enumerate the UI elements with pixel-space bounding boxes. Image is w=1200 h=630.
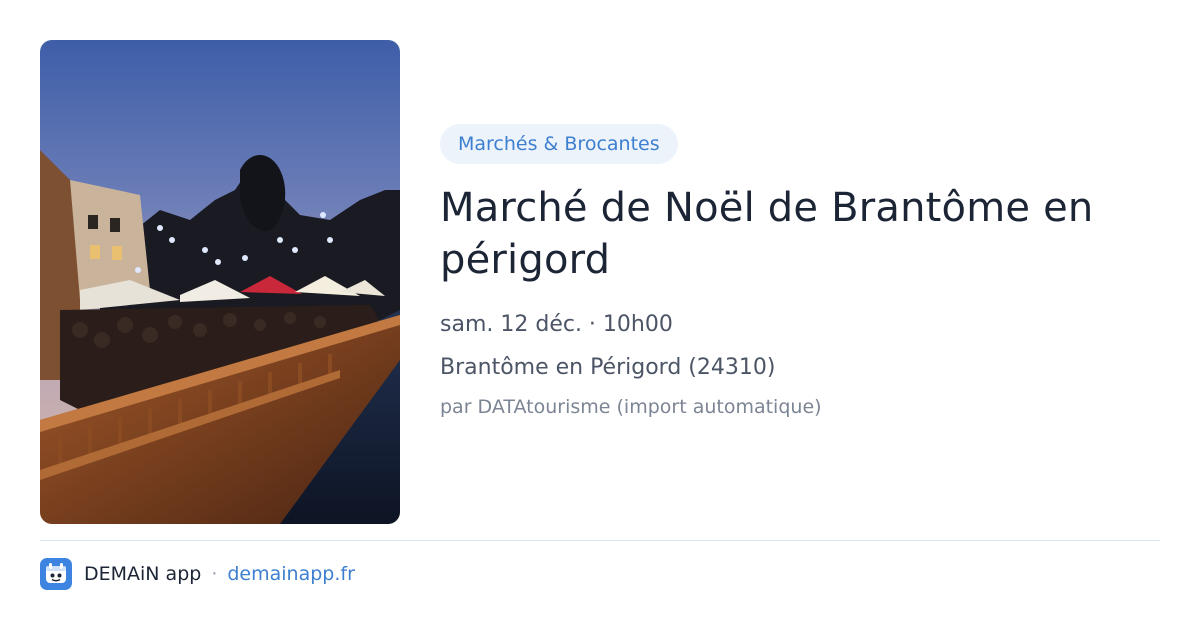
app-name: DEMAiN app	[84, 563, 202, 585]
footer: DEMAiN app · demainapp.fr	[40, 558, 355, 590]
event-date: sam. 12 déc. · 10h00	[440, 312, 673, 337]
app-domain-link[interactable]: demainapp.fr	[227, 563, 355, 585]
event-photo	[40, 40, 400, 524]
event-location: Brantôme en Périgord (24310)	[440, 355, 776, 380]
footer-divider	[40, 540, 1160, 541]
footer-separator: ·	[211, 563, 218, 585]
event-title: Marché de Noël de Brantôme en périgord	[440, 185, 1094, 283]
event-details: Marchés & Brocantes Marché de Noël de Br…	[440, 124, 1160, 420]
demain-app-icon	[40, 558, 72, 590]
category-badge[interactable]: Marchés & Brocantes	[440, 124, 678, 164]
event-source: par DATAtourisme (import automatique)	[440, 396, 822, 418]
